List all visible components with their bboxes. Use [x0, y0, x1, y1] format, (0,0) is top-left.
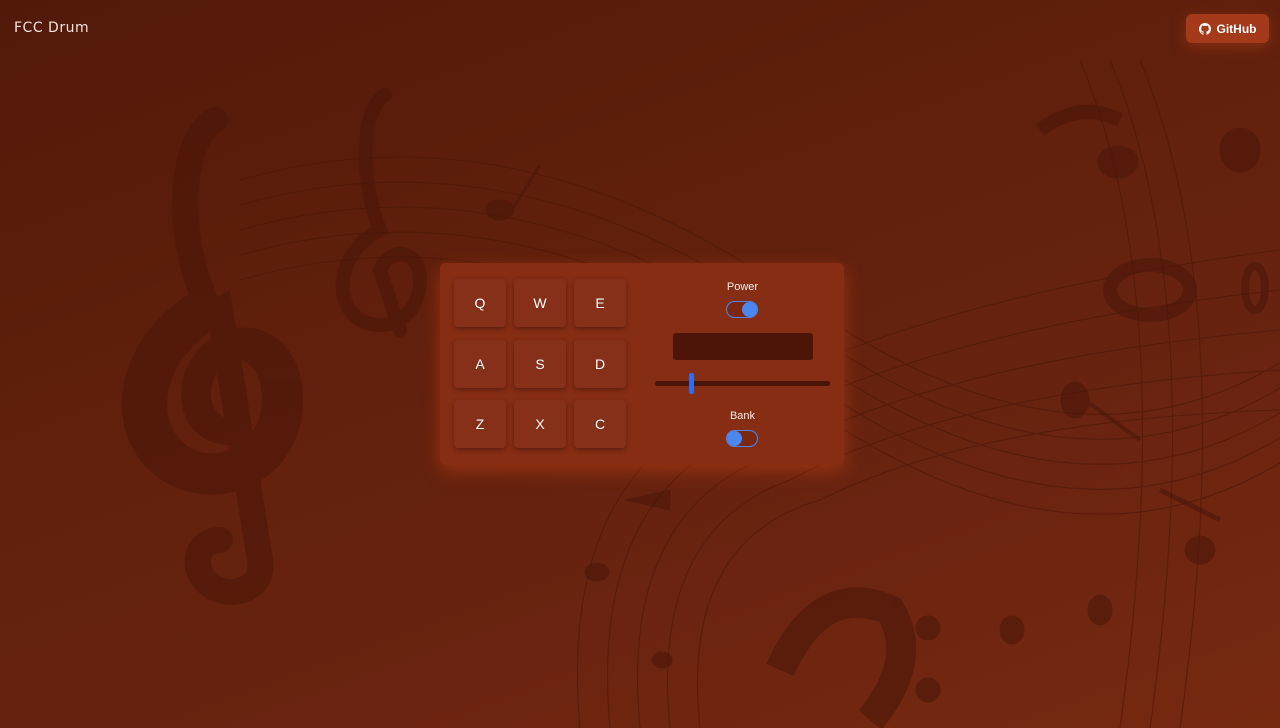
github-button-label: GitHub [1216, 21, 1257, 36]
drum-machine: Q W E A S D Z X C Power Bank [440, 263, 844, 465]
github-button[interactable]: GitHub [1186, 14, 1269, 43]
power-toggle[interactable] [726, 301, 758, 318]
bank-toggle-knob [727, 431, 742, 446]
display-screen [673, 333, 813, 360]
power-toggle-knob [742, 302, 757, 317]
drum-pad-s[interactable]: S [514, 340, 566, 388]
drum-pad-grid: Q W E A S D Z X C [454, 279, 632, 457]
drum-pad-w[interactable]: W [514, 279, 566, 327]
bank-label: Bank [729, 410, 756, 422]
drum-pad-c[interactable]: C [574, 400, 626, 448]
controls-panel: Power Bank [655, 263, 830, 465]
drum-pad-d[interactable]: D [574, 340, 626, 388]
app-logo: FCC Drum [14, 20, 90, 36]
drum-pad-e[interactable]: E [574, 279, 626, 327]
power-label: Power [726, 281, 759, 293]
volume-slider-thumb[interactable] [689, 373, 694, 394]
drum-pad-x[interactable]: X [514, 400, 566, 448]
volume-slider[interactable] [655, 381, 830, 386]
drum-pad-q[interactable]: Q [454, 279, 506, 327]
drum-pad-z[interactable]: Z [454, 400, 506, 448]
github-icon [1198, 22, 1211, 35]
bank-toggle[interactable] [726, 430, 758, 447]
drum-pad-a[interactable]: A [454, 340, 506, 388]
